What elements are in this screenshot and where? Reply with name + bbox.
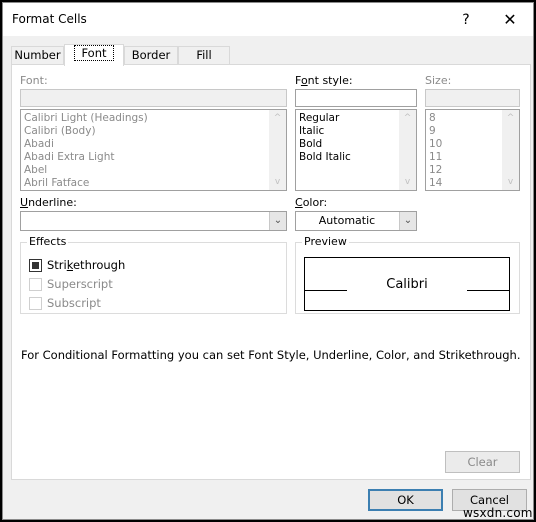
font-input[interactable] (20, 89, 287, 107)
tab-border[interactable]: Border (124, 46, 178, 65)
font-style-list-item[interactable]: Italic (299, 125, 351, 138)
strikethrough-label: Strikethrough (47, 258, 126, 272)
font-list-items: Calibri Light (Headings) Calibri (Body) … (24, 112, 148, 190)
scroll-down-icon[interactable]: v (399, 174, 416, 190)
close-icon: ✕ (503, 10, 517, 29)
size-list-item[interactable]: 9 (429, 125, 442, 138)
title-bar: Format Cells ? ✕ (3, 3, 533, 36)
conditional-formatting-info: For Conditional Formatting you can set F… (21, 348, 521, 362)
preview-group: Preview Calibri (295, 235, 520, 314)
font-style-list-item[interactable]: Regular (299, 112, 351, 125)
subscript-label: Subscript (47, 296, 101, 310)
font-style-input[interactable] (295, 89, 417, 107)
ok-button[interactable]: OK (368, 489, 443, 511)
format-cells-dialog: Format Cells ? ✕ Number Font Border Fill… (2, 2, 534, 520)
preview-box: Calibri (304, 257, 510, 311)
tab-number-label: Number (14, 48, 61, 62)
font-listbox[interactable]: Calibri Light (Headings) Calibri (Body) … (20, 109, 287, 191)
subscript-checkbox[interactable]: Subscript (29, 296, 101, 310)
font-label: Font: (20, 74, 48, 87)
color-dropdown[interactable]: Automatic ⌄ (295, 211, 417, 231)
dialog-title: Format Cells (12, 12, 87, 26)
tab-font-label: Font (74, 45, 114, 61)
checkbox-icon[interactable] (29, 296, 42, 310)
font-input-value (23, 92, 284, 104)
size-label: Size: (425, 74, 452, 87)
size-scrollbar[interactable]: ^ v (502, 110, 519, 190)
scroll-down-icon[interactable]: v (269, 174, 286, 190)
size-list-item[interactable]: 8 (429, 112, 442, 125)
help-icon: ? (462, 12, 470, 28)
tab-border-label: Border (131, 48, 171, 62)
font-style-list-item[interactable]: Bold (299, 138, 351, 151)
font-list-item[interactable]: Abadi (24, 138, 148, 151)
size-input-value (428, 92, 517, 104)
superscript-label: Superscript (47, 277, 113, 291)
tab-number[interactable]: Number (11, 46, 64, 65)
scroll-down-icon[interactable]: v (502, 174, 519, 190)
scroll-up-icon[interactable]: ^ (399, 110, 416, 126)
font-list-item[interactable]: Calibri (Body) (24, 125, 148, 138)
tab-fill[interactable]: Fill (178, 46, 230, 65)
chevron-down-icon[interactable]: ⌄ (399, 212, 416, 230)
effects-group: Effects Strikethrough Superscript Subscr… (20, 235, 287, 314)
font-style-input-value (298, 92, 414, 104)
superscript-checkbox[interactable]: Superscript (29, 277, 113, 291)
size-list-item[interactable]: 12 (429, 164, 442, 177)
effects-legend: Effects (27, 235, 69, 248)
size-listbox[interactable]: 8 9 10 11 12 14 ^ v (425, 109, 520, 191)
tab-font[interactable]: Font (64, 44, 124, 66)
font-style-listbox[interactable]: Regular Italic Bold Bold Italic ^ v (295, 109, 417, 191)
size-list-item[interactable]: 11 (429, 151, 442, 164)
close-button[interactable]: ✕ (498, 8, 522, 32)
font-list-item[interactable]: Calibri Light (Headings) (24, 112, 148, 125)
chevron-down-icon[interactable]: ⌄ (269, 212, 286, 230)
font-tab-panel: Font: Calibri Light (Headings) Calibri (… (11, 64, 531, 480)
underline-dropdown[interactable]: ⌄ (20, 211, 287, 231)
font-style-list-items: Regular Italic Bold Bold Italic (299, 112, 351, 164)
font-list-item[interactable]: Abel (24, 164, 148, 177)
clear-button[interactable]: Clear (445, 451, 520, 473)
font-style-scrollbar[interactable]: ^ v (399, 110, 416, 190)
size-input[interactable] (425, 89, 520, 107)
color-label: Color: (295, 196, 328, 209)
checkbox-icon[interactable] (29, 277, 42, 291)
font-style-list-item[interactable]: Bold Italic (299, 151, 351, 164)
color-value: Automatic (318, 214, 376, 227)
size-list-items: 8 9 10 11 12 14 (429, 112, 442, 190)
checkbox-checked-icon[interactable] (29, 258, 42, 272)
size-list-item[interactable]: 10 (429, 138, 442, 151)
scroll-up-icon[interactable]: ^ (502, 110, 519, 126)
size-list-item[interactable]: 14 (429, 177, 442, 190)
scroll-up-icon[interactable]: ^ (269, 110, 286, 126)
font-list-item[interactable]: Abril Fatface (24, 177, 148, 190)
font-scrollbar[interactable]: ^ v (269, 110, 286, 190)
preview-legend: Preview (302, 235, 349, 248)
strikethrough-checkbox[interactable]: Strikethrough (29, 258, 125, 272)
font-style-label: Font style: (295, 74, 353, 87)
preview-baseline-right (467, 290, 509, 291)
underline-label: Underline: (20, 196, 77, 209)
watermark-text: wsxdn.com (463, 506, 533, 520)
help-button[interactable]: ? (455, 8, 477, 32)
font-list-item[interactable]: Abadi Extra Light (24, 151, 148, 164)
tab-fill-label: Fill (196, 48, 212, 62)
